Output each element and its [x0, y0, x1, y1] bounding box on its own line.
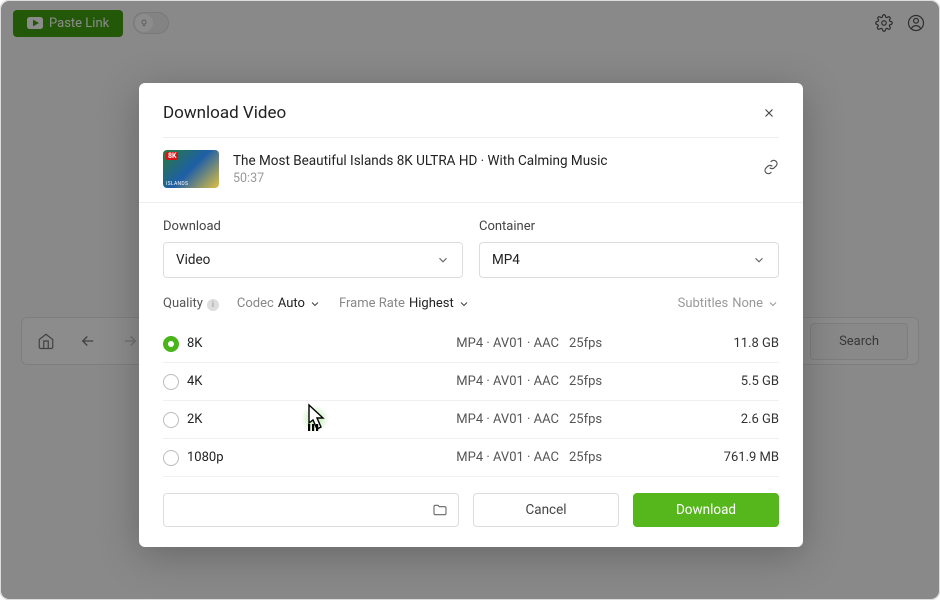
quality-row[interactable]: 8KMP4 · AV01 · AAC25fps11.8 GB	[163, 325, 779, 363]
quality-codec: MP4 · AV01 · AAC	[429, 336, 569, 351]
close-button[interactable]	[759, 103, 779, 123]
quality-row[interactable]: 1080pMP4 · AV01 · AAC25fps761.9 MB	[163, 439, 779, 477]
controls-row: Download Video Container MP4	[139, 203, 803, 278]
fps-filter-label: Frame Rate	[339, 296, 405, 311]
quality-codec: MP4 · AV01 · AAC	[429, 450, 569, 465]
quality-label: 8K	[187, 336, 429, 351]
quality-filter-label: Qualityi	[163, 296, 219, 311]
quality-label: 1080p	[187, 450, 429, 465]
container-value: MP4	[492, 252, 520, 268]
radio-button[interactable]	[163, 412, 179, 428]
app-window: Paste Link Search	[0, 0, 940, 600]
chevron-down-icon	[436, 253, 450, 267]
download-type-select[interactable]: Video	[163, 242, 463, 278]
quality-fps: 25fps	[569, 412, 669, 427]
filter-row: Qualityi Codec Auto Frame Rate Highest S…	[139, 278, 803, 325]
chevron-down-icon	[309, 298, 321, 310]
fps-filter-value: Highest	[409, 296, 454, 311]
save-path-input[interactable]	[163, 493, 459, 527]
modal-title: Download Video	[163, 103, 286, 123]
quality-fps: 25fps	[569, 450, 669, 465]
codec-filter-value: Auto	[278, 296, 305, 311]
download-type-value: Video	[176, 252, 210, 268]
subtitles-filter-value: None	[732, 296, 763, 311]
quality-label: 4K	[187, 374, 429, 389]
quality-codec: MP4 · AV01 · AAC	[429, 412, 569, 427]
radio-button[interactable]	[163, 336, 179, 352]
quality-size: 5.5 GB	[669, 374, 779, 389]
cancel-button[interactable]: Cancel	[473, 493, 619, 527]
chevron-down-icon	[767, 298, 779, 310]
video-thumbnail	[163, 150, 219, 188]
quality-size: 2.6 GB	[669, 412, 779, 427]
chevron-down-icon	[752, 253, 766, 267]
subtitles-filter-label: Subtitles	[678, 296, 729, 311]
radio-button[interactable]	[163, 450, 179, 466]
info-icon: i	[207, 299, 219, 311]
quality-size: 761.9 MB	[669, 450, 779, 465]
copy-link-button[interactable]	[763, 159, 779, 179]
quality-list: 8KMP4 · AV01 · AAC25fps11.8 GB4KMP4 · AV…	[139, 325, 803, 477]
quality-fps: 25fps	[569, 374, 669, 389]
quality-fps: 25fps	[569, 336, 669, 351]
video-title: The Most Beautiful Islands 8K ULTRA HD ·…	[233, 153, 749, 169]
quality-row[interactable]: 2KMP4 · AV01 · AAC25fps2.6 GB	[163, 401, 779, 439]
chevron-down-icon	[458, 298, 470, 310]
quality-size: 11.8 GB	[669, 336, 779, 351]
container-select-label: Container	[479, 219, 779, 234]
modal-footer: Cancel Download	[139, 477, 803, 547]
fps-filter[interactable]: Frame Rate Highest	[339, 296, 470, 311]
link-icon	[763, 159, 779, 175]
download-select-label: Download	[163, 219, 463, 234]
codec-filter[interactable]: Codec Auto	[237, 296, 321, 311]
download-button[interactable]: Download	[633, 493, 779, 527]
container-select[interactable]: MP4	[479, 242, 779, 278]
codec-filter-label: Codec	[237, 296, 274, 311]
radio-button[interactable]	[163, 374, 179, 390]
video-duration: 50:37	[233, 171, 749, 186]
close-icon	[762, 106, 776, 120]
quality-label: 2K	[187, 412, 429, 427]
subtitles-filter[interactable]: Subtitles None	[678, 296, 779, 311]
quality-row[interactable]: 4KMP4 · AV01 · AAC25fps5.5 GB	[163, 363, 779, 401]
download-modal: Download Video The Most Beautiful Island…	[139, 83, 803, 547]
video-info-row: The Most Beautiful Islands 8K ULTRA HD ·…	[139, 138, 803, 202]
folder-icon	[432, 502, 448, 518]
quality-codec: MP4 · AV01 · AAC	[429, 374, 569, 389]
